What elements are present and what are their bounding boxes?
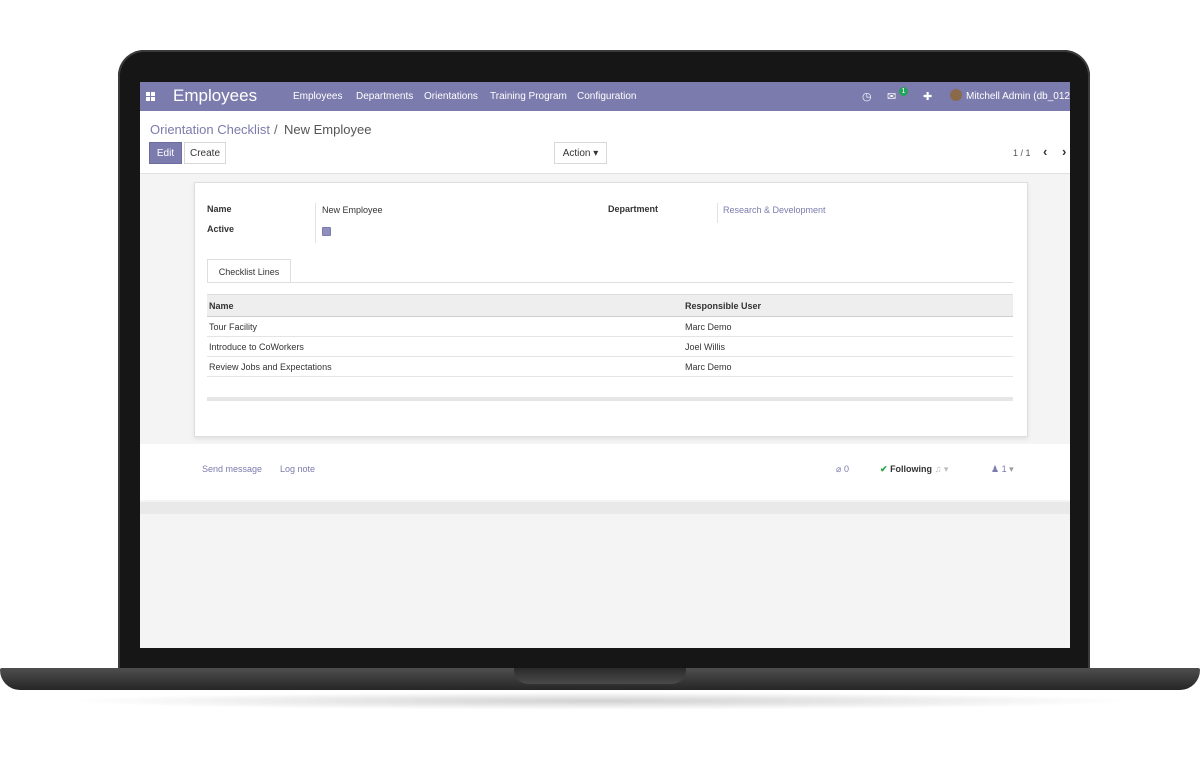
menu-orientations[interactable]: Orientations xyxy=(424,91,478,102)
column-header-responsible-user[interactable]: Responsible User xyxy=(683,294,1013,317)
table-row[interactable]: Tour Facility Marc Demo xyxy=(207,316,1013,337)
clock-icon[interactable]: ◷ xyxy=(862,90,872,103)
menu-training-program[interactable]: Training Program xyxy=(490,91,567,102)
column-header-name[interactable]: Name xyxy=(207,294,683,317)
paperclip-icon: ⌀ xyxy=(836,464,842,474)
field-divider xyxy=(315,203,316,243)
edit-button[interactable]: Edit xyxy=(149,142,182,164)
cell-name: Review Jobs and Expectations xyxy=(207,356,683,377)
tab-checklist-lines[interactable]: Checklist Lines xyxy=(207,259,291,283)
field-divider xyxy=(717,203,718,223)
tab-divider xyxy=(207,282,1013,283)
top-navbar: Employees Employees Departments Orientat… xyxy=(140,82,1070,111)
department-value[interactable]: Research & Development xyxy=(723,205,826,215)
log-note-button[interactable]: Log note xyxy=(280,464,315,474)
form-sheet: Name New Employee Active Department Rese… xyxy=(194,182,1028,437)
cell-name: Introduce to CoWorkers xyxy=(207,336,683,357)
followers-button[interactable]: ♟ 1 ▾ xyxy=(991,464,1014,475)
table-row[interactable]: Introduce to CoWorkers Joel Willis xyxy=(207,336,1013,357)
chatter: Send message Log note ⌀ 0 ✔ Following ♫ … xyxy=(140,444,1070,500)
breadcrumb-parent[interactable]: Orientation Checklist xyxy=(150,122,270,137)
bell-icon: ♫ xyxy=(934,464,942,474)
table-header-row: Name Responsible User xyxy=(207,294,1013,317)
gift-icon[interactable]: ✚ xyxy=(923,90,932,103)
chevron-left-icon[interactable]: ‹ xyxy=(1043,144,1047,159)
action-dropdown[interactable]: Action ▾ xyxy=(554,142,607,164)
caret-down-icon: ▾ xyxy=(943,464,949,474)
control-panel: Orientation Checklist / New Employee Edi… xyxy=(140,111,1070,174)
check-icon: ✔ xyxy=(880,464,888,474)
cell-name: Tour Facility xyxy=(207,316,683,337)
breadcrumb-separator: / xyxy=(274,122,278,137)
attachments-button[interactable]: ⌀ 0 xyxy=(836,464,849,475)
menu-configuration[interactable]: Configuration xyxy=(577,91,636,102)
table-row[interactable]: Review Jobs and Expectations Marc Demo xyxy=(207,356,1013,377)
name-value: New Employee xyxy=(322,205,383,215)
caret-down-icon: ▾ xyxy=(1009,464,1014,474)
avatar[interactable] xyxy=(950,89,962,101)
cell-responsible-user: Joel Willis xyxy=(683,336,1013,357)
following-label: Following xyxy=(890,464,933,474)
breadcrumb-current: New Employee xyxy=(284,122,372,137)
app-title[interactable]: Employees xyxy=(173,86,257,106)
message-count-badge: 1 xyxy=(899,87,908,96)
laptop-shadow xyxy=(60,692,1140,710)
create-button[interactable]: Create xyxy=(184,142,226,164)
department-label: Department xyxy=(608,204,659,214)
menu-departments[interactable]: Departments xyxy=(356,91,413,102)
name-label: Name xyxy=(207,204,232,214)
cell-responsible-user: Marc Demo xyxy=(683,356,1013,377)
table-footer xyxy=(207,397,1013,401)
cell-responsible-user: Marc Demo xyxy=(683,316,1013,337)
chat-icon[interactable]: ✉ xyxy=(887,90,896,103)
active-label: Active xyxy=(207,224,235,234)
menu-employees[interactable]: Employees xyxy=(293,91,342,102)
laptop-notch xyxy=(514,668,686,684)
user-menu[interactable]: Mitchell Admin (db_012) xyxy=(966,91,1070,102)
active-checkbox[interactable] xyxy=(322,227,331,236)
bottom-strip xyxy=(140,502,1070,514)
follower-count: 1 xyxy=(1001,464,1007,474)
following-button[interactable]: ✔ Following ♫ ▾ xyxy=(880,464,948,475)
send-message-button[interactable]: Send message xyxy=(202,464,262,474)
screen: Employees Employees Departments Orientat… xyxy=(140,82,1070,648)
pager-value[interactable]: 1 / 1 xyxy=(1013,148,1031,158)
attachment-count: 0 xyxy=(843,464,849,474)
apps-grid-icon[interactable] xyxy=(146,92,155,101)
user-icon: ♟ xyxy=(991,464,1000,474)
chevron-right-icon[interactable]: › xyxy=(1062,144,1066,159)
checklist-table: Name Responsible User Tour Facility Marc… xyxy=(207,294,1013,377)
